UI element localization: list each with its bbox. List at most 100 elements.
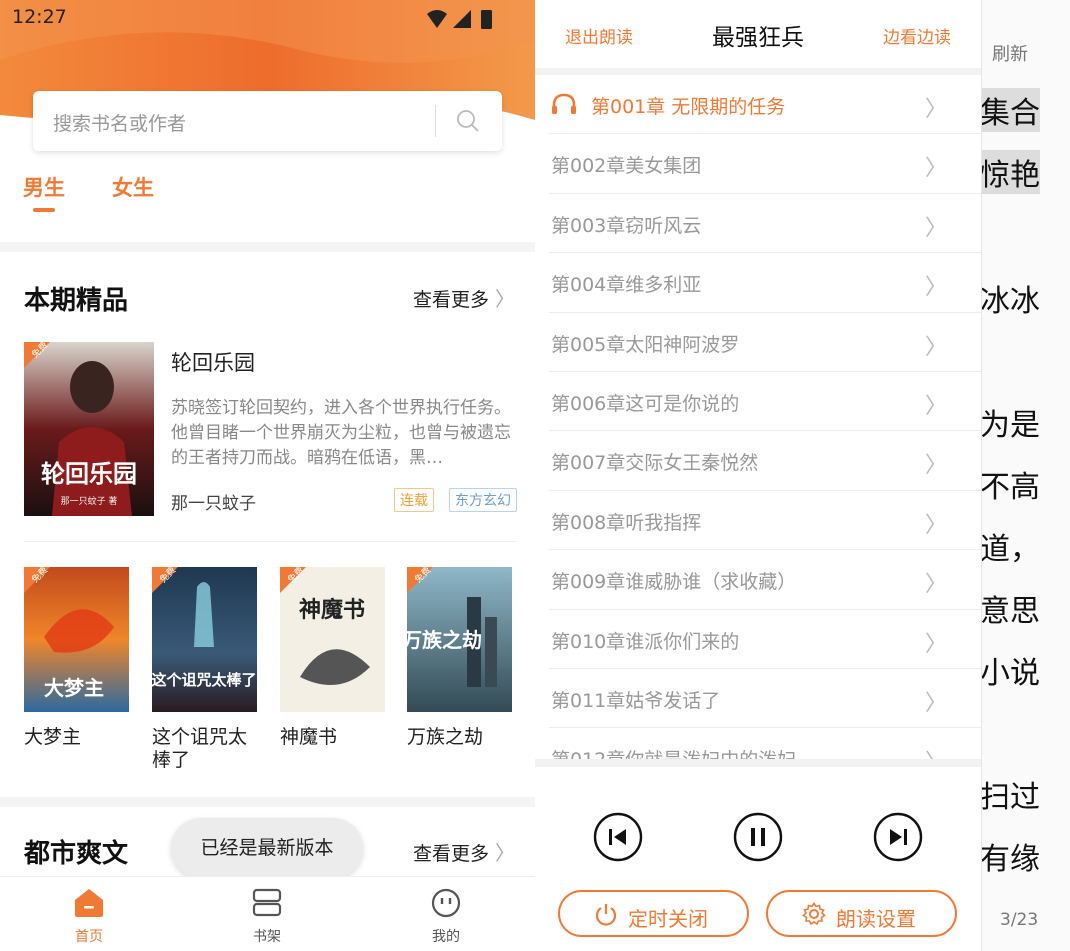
chapter-title: 第007章交际女王秦悦然 — [551, 452, 759, 475]
cover-author-text: 那一只蚊子 著 — [61, 495, 118, 507]
see-more-urban[interactable]: 查看更多〉 — [413, 837, 515, 866]
chapter-item[interactable]: 第011章姑爷发话了 〉 — [549, 669, 981, 729]
chapter-item[interactable]: 第002章美女集团 〉 — [549, 134, 981, 194]
status-time: 12:27 — [12, 6, 67, 28]
featured-book-description: 苏晓签订轮回契约，进入各个世界执行任务。他曾目睹一个世界崩灭为尘粒，也曾与被遗忘… — [171, 398, 511, 468]
bookstore-home-panel: 12:27 搜索书名或作者 男生 女生 本期精品 查看更多〉 轮回乐园 那一只蚊… — [0, 0, 535, 951]
nav-home[interactable]: 首页 — [49, 887, 129, 946]
previous-chapter-button[interactable] — [593, 812, 643, 862]
chapter-title: 第002章美女集团 — [551, 155, 702, 178]
tag-genre: 东方玄幻 — [449, 488, 517, 512]
featured-book-author: 那一只蚊子 — [171, 494, 256, 514]
chevron-right-icon: 〉 — [924, 690, 947, 716]
book-card[interactable]: 这个诅咒太棒了 免费 这个诅咒太棒了 — [152, 567, 257, 772]
refresh-button[interactable]: 刷新 — [992, 40, 1028, 66]
see-more-featured[interactable]: 查看更多〉 — [413, 283, 515, 312]
chevron-right-icon: 〉 — [924, 631, 947, 657]
chapter-item[interactable]: 第005章太阳神阿波罗 〉 — [549, 313, 981, 372]
text-line: 冰冰 — [981, 284, 1040, 319]
chapter-item[interactable]: 第003章窃听风云 〉 — [549, 194, 981, 254]
cover-title-text: 大梦主 — [44, 676, 104, 700]
free-badge: 免费 — [407, 567, 433, 593]
home-icon — [75, 889, 103, 917]
tab-male[interactable]: 男生 — [23, 172, 65, 202]
cover-title-text: 轮回乐园 — [41, 460, 137, 488]
section-title-urban: 都市爽文 — [24, 839, 129, 869]
section-divider — [0, 242, 535, 252]
read-aloud-settings-label: 朗读设置 — [836, 907, 916, 931]
power-icon — [595, 904, 617, 926]
chapter-title: 第009章谁威胁谁（求收藏） — [551, 571, 797, 594]
chevron-right-icon: 〉 — [924, 453, 947, 479]
chapter-item[interactable]: 第004章维多利亚 〉 — [549, 253, 981, 313]
chapter-item[interactable]: 第009章谁威胁谁（求收藏） 〉 — [549, 550, 981, 610]
book-card[interactable]: 大梦主 免费 大梦主 — [24, 567, 129, 749]
search-divider — [435, 105, 436, 137]
bottom-navigation: 首页 书架 我的 — [0, 876, 535, 951]
book-cover: 大梦主 免费 — [24, 567, 129, 712]
profile-icon — [431, 888, 461, 918]
text-line: 有缘 — [981, 842, 1040, 877]
chevron-right-icon: 〉 — [924, 215, 947, 241]
text-line: 集合 — [982, 88, 1040, 132]
text-line: 意思 — [981, 594, 1040, 629]
chapter-item[interactable]: 第008章听我指挥 〉 — [549, 491, 981, 551]
chapter-title: 第008章听我指挥 — [551, 511, 702, 534]
chevron-right-icon: 〉 — [495, 287, 515, 311]
sleep-timer-label: 定时关闭 — [628, 907, 708, 931]
chapter-item[interactable]: 第007章交际女王秦悦然 〉 — [549, 431, 981, 491]
page-indicator: 3/23 — [1000, 910, 1039, 930]
text-line: 道， — [981, 532, 1040, 567]
book-card[interactable]: 万族之劫 免费 万族之劫 — [407, 567, 512, 749]
search-placeholder: 搜索书名或作者 — [53, 113, 187, 135]
search-bar[interactable]: 搜索书名或作者 — [33, 91, 502, 151]
chapter-title: 第001章 无限期的任务 — [591, 96, 786, 118]
chapter-item[interactable]: 第006章这可是你说的 〉 — [549, 372, 981, 432]
nav-profile[interactable]: 我的 — [406, 887, 486, 946]
chapter-title: 第011章姑爷发话了 — [551, 689, 721, 712]
featured-book-title[interactable]: 轮回乐园 — [171, 347, 255, 377]
chapter-title: 第010章谁派你们来的 — [551, 630, 740, 653]
headphones-icon — [552, 93, 576, 114]
featured-book-cover[interactable]: 轮回乐园 那一只蚊子 著 免费 — [24, 342, 154, 516]
chevron-right-icon: 〉 — [924, 334, 947, 360]
book-title: 神魔书 — [280, 726, 338, 748]
chevron-right-icon: 〉 — [924, 572, 947, 598]
bottom-divider — [535, 759, 981, 767]
chapter-title: 第005章太阳神阿波罗 — [551, 333, 740, 356]
sleep-timer-button[interactable]: 定时关闭 — [558, 890, 749, 937]
see-more-label: 查看更多 — [412, 289, 489, 311]
top-divider — [535, 68, 981, 75]
chevron-right-icon: 〉 — [924, 156, 947, 182]
next-chapter-button[interactable] — [873, 812, 923, 862]
nav-bookshelf[interactable]: 书架 — [227, 887, 307, 946]
cover-title-text: 万族之劫 — [407, 628, 482, 652]
text-line: 小说 — [981, 656, 1040, 691]
book-card[interactable]: 神魔书 免费 神魔书 — [280, 567, 385, 749]
chapter-title: 第004章维多利亚 — [551, 274, 702, 297]
book-title: 这个诅咒太棒了 — [152, 726, 248, 771]
pause-button[interactable] — [733, 812, 783, 862]
free-badge: 免费 — [24, 567, 50, 593]
tab-female[interactable]: 女生 — [112, 172, 154, 202]
text-line: 扫过 — [981, 780, 1040, 815]
read-aloud-panel: 退出朗读 最强狂兵 边看边读 第001章 无限期的任务〉 第002章美女集团〉 … — [535, 0, 981, 951]
reader-top-bar: 退出朗读 最强狂兵 边看边读 — [535, 0, 981, 68]
reading-page-preview: 刷新 集合 惊艳 冰冰 为是 不高 道， 意思 小说 扫过 有缘 3/23 — [981, 0, 1070, 951]
read-aloud-settings-button[interactable]: 朗读设置 — [766, 890, 957, 937]
book-cover: 这个诅咒太棒了 免费 — [152, 567, 257, 712]
chevron-right-icon: 〉 — [495, 841, 515, 865]
free-badge: 免费 — [280, 567, 306, 593]
chapter-item[interactable]: 第012章你就是泼妇中的泼妇〉 — [549, 728, 981, 763]
search-icon[interactable] — [456, 109, 480, 133]
section-divider — [0, 797, 535, 807]
read-while-listening-button[interactable]: 边看边读 — [883, 23, 951, 48]
nav-bookshelf-label: 书架 — [253, 929, 281, 945]
text-line: 不高 — [981, 470, 1040, 505]
bookshelf-icon — [252, 888, 282, 917]
chapter-item[interactable]: 第001章 无限期的任务 〉 — [549, 75, 981, 135]
chapter-item[interactable]: 第010章谁派你们来的 〉 — [549, 610, 981, 669]
active-tab-indicator — [33, 208, 55, 212]
status-icons — [427, 10, 492, 29]
book-cover: 万族之劫 免费 — [407, 567, 512, 712]
